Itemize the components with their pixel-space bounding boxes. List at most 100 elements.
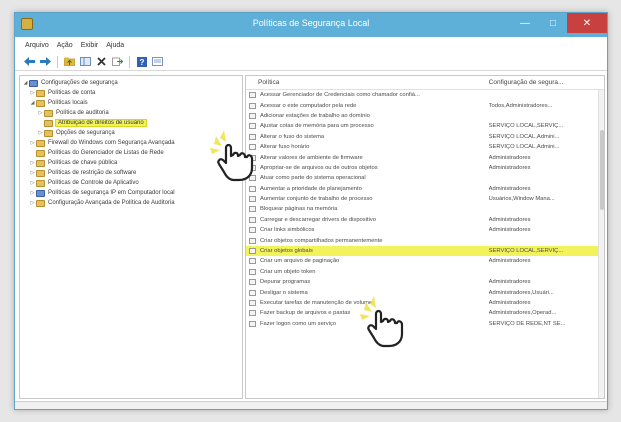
policy-cell: Depurar programas [246, 279, 489, 286]
expand-arrow-icon[interactable]: ▷ [37, 110, 44, 116]
tree-item-configuracoes-seguranca[interactable]: ◢ Configurações de segurança [20, 78, 242, 88]
table-row[interactable]: Fazer backup de arquivos e pastas Adminis… [246, 308, 604, 318]
security-setting-cell: Usuários,Window Mana... [488, 196, 555, 203]
folder-icon [36, 149, 45, 157]
expand-arrow-icon[interactable]: ▷ [29, 90, 36, 96]
security-setting-cell: SERVIÇO LOCAL,Admini... [488, 144, 560, 151]
policy-icon [249, 289, 256, 296]
table-row[interactable]: Executar tarefas de manutenção de volume… [246, 298, 604, 308]
tree-item-politicas-locais[interactable]: ◢ Políticas locais [20, 98, 242, 108]
column-header-policy[interactable]: Política [246, 79, 489, 86]
tree-item-seguranca-ip[interactable]: ▷ Políticas de segurança IP em Computado… [20, 188, 242, 198]
expand-arrow-icon[interactable]: ▷ [29, 190, 36, 196]
policy-icon [249, 227, 256, 234]
table-row[interactable]: Criar objetos globais SERVIÇO LOCAL,SERVI… [246, 245, 604, 257]
table-row[interactable]: Aumentar a prioridade de planejamento Adm… [246, 184, 604, 194]
menu-arquivo[interactable]: Arquivo [25, 42, 49, 49]
table-row[interactable]: Carregar e descarregar drivers de dispos… [246, 215, 604, 225]
policy-icon [249, 300, 256, 306]
help-icon[interactable]: ? [135, 56, 148, 68]
table-row[interactable]: Acessar Gerenciador de Credenciais como … [246, 90, 604, 100]
expand-arrow-icon[interactable]: ▷ [29, 170, 36, 176]
policy-cell: Carregar e descarregar drivers de dispos… [246, 216, 489, 223]
menu-ajuda[interactable]: Ajuda [106, 42, 124, 49]
tree-item-politica-auditoria[interactable]: ▷ Política de auditoria [20, 108, 242, 118]
policy-cell: Criar um arquivo de paginação [246, 258, 489, 265]
expand-arrow-icon[interactable]: ▷ [29, 200, 36, 206]
security-setting-cell: Administradores [488, 227, 531, 234]
table-row[interactable]: Alterar o fuso do sistema SERVIÇO LOCAL,A… [246, 132, 604, 142]
scrollbar-thumb[interactable] [600, 130, 604, 210]
tree-item-politicas-conta[interactable]: ▷ Políticas de conta [20, 88, 242, 98]
column-header-setting[interactable]: Configuração de segura... [489, 79, 604, 86]
policy-cell: Atuar como parte do sistema operacional [246, 175, 489, 182]
policy-name: Aumentar conjunto de trabalho de process… [260, 196, 373, 203]
table-row[interactable]: Criar um objeto token [246, 267, 604, 277]
vertical-scrollbar[interactable] [598, 90, 604, 398]
security-setting-cell: Administradores [488, 300, 531, 306]
table-row[interactable]: Criar links simbólicos Administradores [246, 225, 604, 235]
table-row[interactable]: Adicionar estações de trabalho ao domíni… [246, 111, 604, 121]
table-row[interactable]: Desligar o sistema Administradores,Usuári… [246, 287, 604, 297]
tree-label: Políticas de Controle de Aplicativo [48, 180, 139, 186]
security-setting-cell: SERVIÇO LOCAL,SERVIÇ... [488, 123, 564, 130]
close-button[interactable]: ✕ [567, 13, 607, 33]
delete-icon[interactable] [95, 56, 108, 68]
expand-arrow-icon[interactable]: ▷ [29, 140, 36, 146]
policy-name: Bloquear páginas na memória [260, 206, 338, 213]
forward-icon[interactable] [39, 56, 52, 68]
tree-label: Políticas do Gerenciador de Listas de Re… [48, 150, 164, 156]
policy-icon [249, 102, 256, 109]
toolbar-separator [129, 55, 130, 68]
table-row[interactable]: Aumentar conjunto de trabalho de process… [246, 194, 604, 204]
table-row[interactable]: Atuar como parte do sistema operacional [246, 173, 604, 183]
show-hide-tree-icon[interactable] [79, 56, 92, 68]
export-icon[interactable] [111, 56, 124, 68]
tree-item-auditoria-avancada[interactable]: ▷ Configuração Avançada de Política de A… [20, 198, 242, 208]
policy-name: Adicionar estações de trabalho ao domíni… [260, 112, 370, 119]
policy-cell: Acessar o este computador pela rede [246, 102, 489, 109]
collapse-arrow-icon[interactable]: ◢ [22, 80, 29, 86]
table-row[interactable]: Alterar fuso horário SERVIÇO LOCAL,Admini… [246, 142, 604, 152]
policy-cell: Acessar Gerenciador de Credenciais como … [246, 92, 489, 99]
maximize-button[interactable]: □ [539, 13, 567, 33]
policy-name: Criar objetos globais [260, 248, 313, 255]
policy-icon [249, 268, 256, 275]
security-setting-cell: SERVIÇO LOCAL,Admini... [488, 133, 560, 140]
policy-icon [249, 206, 256, 213]
table-row[interactable]: Alterar valores de ambiente de firmware A… [246, 152, 604, 162]
table-row[interactable]: Acessar o este computador pela rede Todos… [246, 100, 604, 110]
tree-label: Políticas de conta [48, 90, 96, 96]
expand-arrow-icon[interactable]: ▷ [29, 180, 36, 186]
up-folder-icon[interactable] [63, 56, 76, 68]
policy-name: Alterar valores de ambiente de firmware [260, 154, 363, 161]
minimize-button[interactable]: — [511, 13, 539, 33]
menu-exibir[interactable]: Exibir [81, 42, 99, 49]
properties-icon[interactable] [151, 56, 164, 68]
policy-name: Depurar programas [260, 279, 311, 286]
table-row[interactable]: Fazer logon como um serviço SERVIÇO DE RE… [246, 319, 604, 329]
toolbar-separator [57, 55, 58, 68]
table-row[interactable]: Apropriar-se de arquivos ou de outros ob… [246, 163, 604, 173]
policy-name: Ajustar cotas de memória para um process… [260, 123, 374, 130]
expand-arrow-icon[interactable]: ▷ [29, 160, 36, 166]
title-bar[interactable]: Políticas de Segurança Local — □ ✕ [15, 13, 607, 37]
policy-name: Fazer backup de arquivos e pastas [260, 310, 351, 317]
security-setting-cell: Administradores,Operad... [488, 310, 557, 317]
tree-label: Configurações de segurança [41, 80, 118, 86]
table-row[interactable]: Depurar programas Administradores [246, 277, 604, 287]
menu-acao[interactable]: Ação [57, 42, 73, 49]
tree-label: Políticas locais [48, 100, 88, 106]
window-controls: — □ ✕ [511, 13, 607, 33]
table-row[interactable]: Ajustar cotas de memória para um process… [246, 121, 604, 131]
back-icon[interactable] [23, 56, 36, 68]
table-row[interactable]: Criar um arquivo de paginação Administrad… [246, 256, 604, 266]
collapse-arrow-icon[interactable]: ◢ [29, 100, 36, 106]
table-row[interactable]: Bloquear páginas na memória [246, 204, 604, 214]
table-row[interactable]: Criar objetos compartilhados permanentem… [246, 235, 604, 245]
policy-icon [249, 216, 256, 223]
security-settings-icon [29, 79, 38, 87]
security-setting-cell: Administradores [488, 258, 531, 265]
policy-cell: Alterar o fuso do sistema [246, 133, 489, 140]
expand-arrow-icon[interactable]: ▷ [37, 130, 44, 136]
